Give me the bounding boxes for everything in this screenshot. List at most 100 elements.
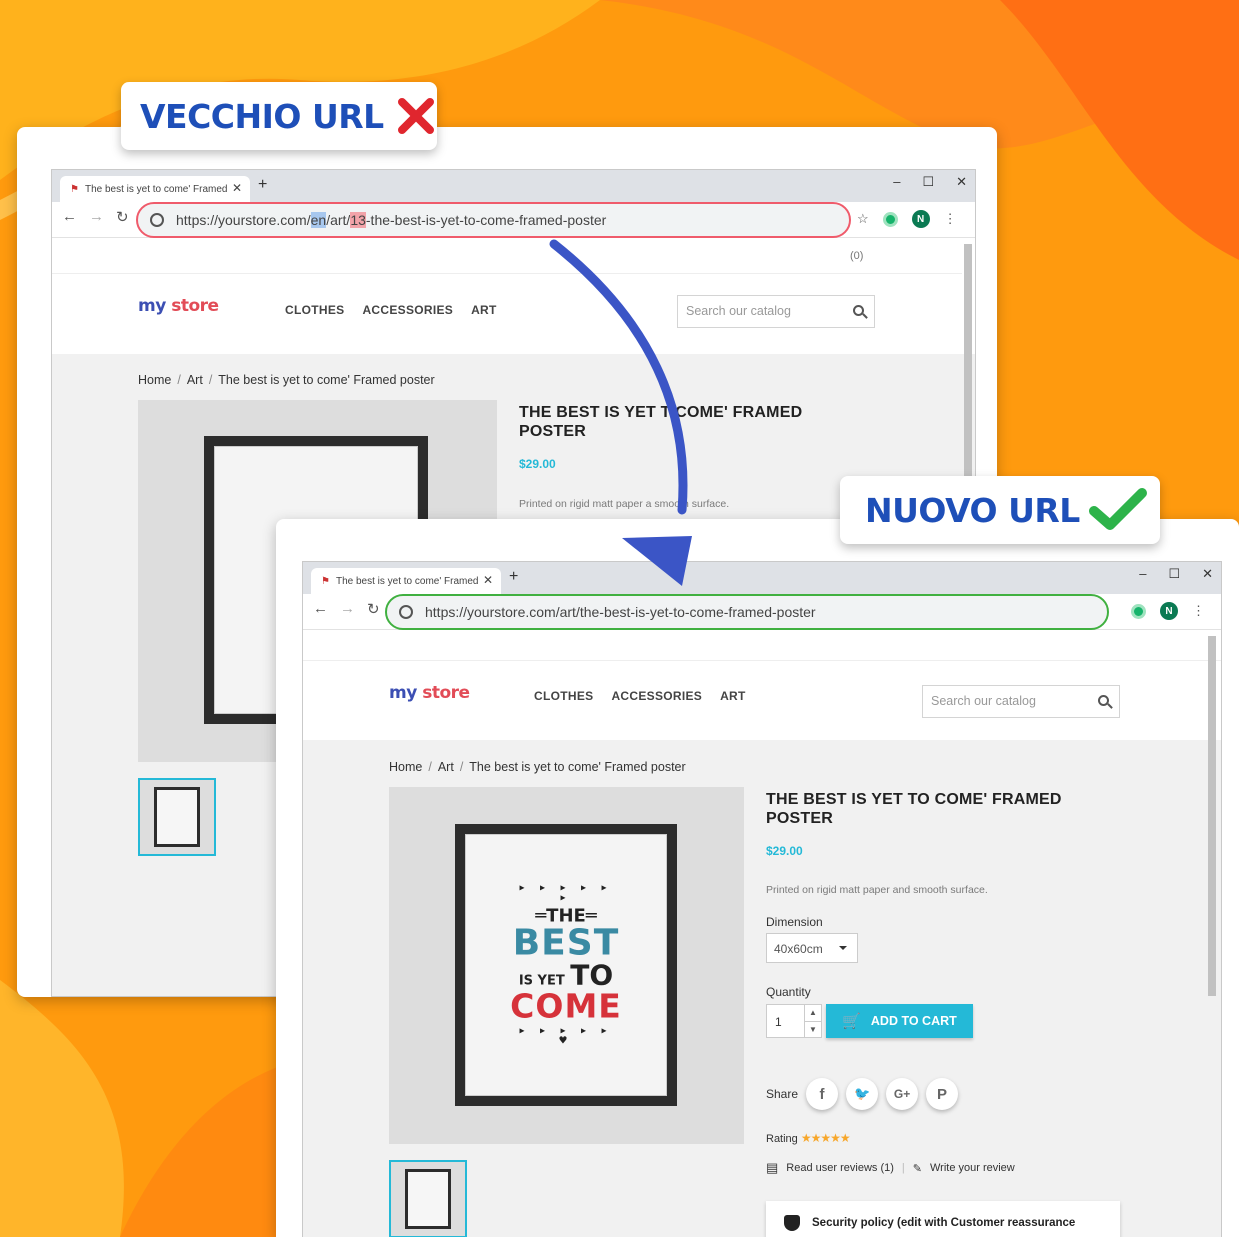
maximize-icon[interactable]: ☐ <box>922 174 934 190</box>
window-controls: – ☐ ✕ <box>893 174 967 190</box>
scrollbar[interactable] <box>1208 636 1216 996</box>
toolbar-icons: N ⋮ <box>1131 602 1205 620</box>
grammarly-icon[interactable] <box>882 211 898 227</box>
store-logo[interactable]: my store <box>389 683 470 703</box>
product-thumbnail[interactable] <box>138 778 216 856</box>
address-bar[interactable]: https://yourstore.com/en/art/13 -the-best… <box>136 202 851 238</box>
share-label: Share <box>766 1087 799 1101</box>
menu-kebab-icon[interactable]: ⋮ <box>944 211 957 227</box>
globe-icon <box>150 213 164 227</box>
breadcrumb: Home / Art / The best is yet to come' Framed… <box>138 373 435 387</box>
rating: Rating ★★★★★ <box>766 1131 851 1145</box>
reload-icon[interactable]: ↻ <box>367 600 380 618</box>
product-description: Printed on rigid matt paper and smooth s… <box>766 884 988 896</box>
url-prefix: https://yourstore.com/ <box>176 212 311 228</box>
close-window-icon[interactable]: ✕ <box>956 174 967 190</box>
url-id-segment: 13 <box>350 212 366 228</box>
new-screenshot-card: ⚑ The best is yet to come' Framed ✕ + – … <box>276 519 1239 1237</box>
browser-tab[interactable]: ⚑ The best is yet to come' Framed ✕ <box>311 568 501 594</box>
search-icon[interactable] <box>1098 695 1109 706</box>
close-window-icon[interactable]: ✕ <box>1202 566 1213 582</box>
crumb-home[interactable]: Home <box>138 373 171 387</box>
crumb-art[interactable]: Art <box>187 373 203 387</box>
tab-title: The best is yet to come' Framed <box>335 575 479 587</box>
nav-buttons: ← → ↻ <box>62 208 129 226</box>
reload-icon[interactable]: ↻ <box>116 208 129 226</box>
browser-toolbar: ← → ↻ https://yourstore.com/art/the-best… <box>303 594 1221 630</box>
toolbar-icons: ☆ N ⋮ <box>857 210 957 228</box>
product-thumbnail[interactable] <box>389 1160 467 1237</box>
url-mid: /art/ <box>326 212 351 228</box>
profile-avatar[interactable]: N <box>1160 602 1178 620</box>
menu-clothes[interactable]: CLOTHES <box>534 689 593 703</box>
profile-avatar[interactable]: N <box>911 210 930 228</box>
browser-toolbar: ← → ↻ https://yourstore.com/en/art/13 -th… <box>52 202 975 238</box>
new-tab-button[interactable]: + <box>509 568 518 586</box>
read-reviews-link[interactable]: Read user reviews (1) <box>786 1162 894 1174</box>
crumb-current: The best is yet to come' Framed poster <box>469 760 686 774</box>
menu-art[interactable]: ART <box>720 689 746 703</box>
maximize-icon[interactable]: ☐ <box>1168 566 1180 582</box>
url-lang-segment: en <box>310 212 327 228</box>
pinterest-icon[interactable]: P <box>926 1078 959 1110</box>
star-icon[interactable]: ☆ <box>857 211 869 227</box>
store-logo[interactable]: my store <box>138 296 219 316</box>
menu-accessories[interactable]: ACCESSORIES <box>611 689 702 703</box>
forward-icon[interactable]: → <box>340 600 355 618</box>
facebook-icon[interactable]: f <box>806 1078 839 1110</box>
product-price: $29.00 <box>766 844 803 858</box>
browser-tab[interactable]: ⚑ The best is yet to come' Framed ✕ <box>60 176 250 202</box>
url-text: https://yourstore.com/art/the-best-is-ye… <box>425 604 816 620</box>
add-to-cart-button[interactable]: 🛒 ADD TO CART <box>826 1004 973 1038</box>
url-rest: -the-best-is-yet-to-come-framed-poster <box>365 212 607 228</box>
menu-clothes[interactable]: CLOTHES <box>285 303 344 317</box>
dimension-select[interactable]: 40x60cm <box>766 933 858 963</box>
share-row: Share f 🐦 G+ P <box>766 1078 959 1110</box>
comment-icon: ▤ <box>766 1160 779 1175</box>
quantity-label: Quantity <box>766 985 811 999</box>
menu-art[interactable]: ART <box>471 303 497 317</box>
decrement-icon[interactable]: ▼ <box>805 1021 821 1038</box>
crumb-art[interactable]: Art <box>438 760 454 774</box>
minimize-icon[interactable]: – <box>1139 566 1146 582</box>
main-menu: CLOTHES ACCESSORIES ART <box>285 303 497 317</box>
menu-accessories[interactable]: ACCESSORIES <box>362 303 453 317</box>
tab-strip: ⚑ The best is yet to come' Framed ✕ + – … <box>303 562 1221 594</box>
rating-stars: ★★★★★ <box>800 1131 851 1145</box>
twitter-icon[interactable]: 🐦 <box>846 1078 879 1110</box>
write-review-link[interactable]: Write your review <box>930 1162 1015 1174</box>
back-icon[interactable]: ← <box>313 600 328 618</box>
reassurance-block: Security policy (edit with Customer reas… <box>766 1201 1120 1237</box>
tab-strip: ⚑ The best is yet to come' Framed ✕ + – … <box>52 170 975 202</box>
close-tab-icon[interactable]: ✕ <box>232 181 242 195</box>
main-menu: CLOTHES ACCESSORIES ART <box>534 689 746 703</box>
quantity-stepper[interactable]: 1 ▲ ▼ <box>766 1004 822 1038</box>
forward-icon[interactable]: → <box>89 208 104 226</box>
menu-kebab-icon[interactable]: ⋮ <box>1192 603 1205 619</box>
product-image[interactable]: ▸ ▸ ▸ ▸ ▸ ▸ ═THE═ BEST IS YET TO COME ▸ … <box>389 787 744 1144</box>
breadcrumb: Home / Art / The best is yet to come' Framed… <box>389 760 686 774</box>
pencil-icon: ✎ <box>912 1162 922 1175</box>
new-browser-window: ⚑ The best is yet to come' Framed ✕ + – … <box>302 561 1222 1237</box>
crumb-home[interactable]: Home <box>389 760 422 774</box>
cart-count[interactable]: (0) <box>850 250 863 262</box>
new-url-label: NUOVO URL <box>840 476 1160 544</box>
globe-icon <box>399 605 413 619</box>
new-tab-button[interactable]: + <box>258 176 267 194</box>
back-icon[interactable]: ← <box>62 208 77 226</box>
search-icon[interactable] <box>853 305 864 316</box>
minimize-icon[interactable]: – <box>893 174 900 190</box>
cross-icon <box>397 98 434 134</box>
nav-buttons: ← → ↻ <box>313 600 380 618</box>
close-tab-icon[interactable]: ✕ <box>483 573 493 587</box>
google-plus-icon[interactable]: G+ <box>886 1078 919 1110</box>
search-input[interactable]: Search our catalog <box>922 685 1120 718</box>
increment-icon[interactable]: ▲ <box>805 1005 821 1021</box>
store-header: my store CLOTHES ACCESSORIES ART Search … <box>52 274 975 354</box>
poster-artwork: ▸ ▸ ▸ ▸ ▸ ▸ ═THE═ BEST IS YET TO COME ▸ … <box>510 882 622 1047</box>
address-bar[interactable]: https://yourstore.com/art/the-best-is-ye… <box>385 594 1109 630</box>
store-topbar: (0) <box>52 238 962 274</box>
poster-frame: ▸ ▸ ▸ ▸ ▸ ▸ ═THE═ BEST IS YET TO COME ▸ … <box>455 824 677 1106</box>
chevron-down-icon <box>839 946 847 954</box>
grammarly-icon[interactable] <box>1131 603 1146 619</box>
